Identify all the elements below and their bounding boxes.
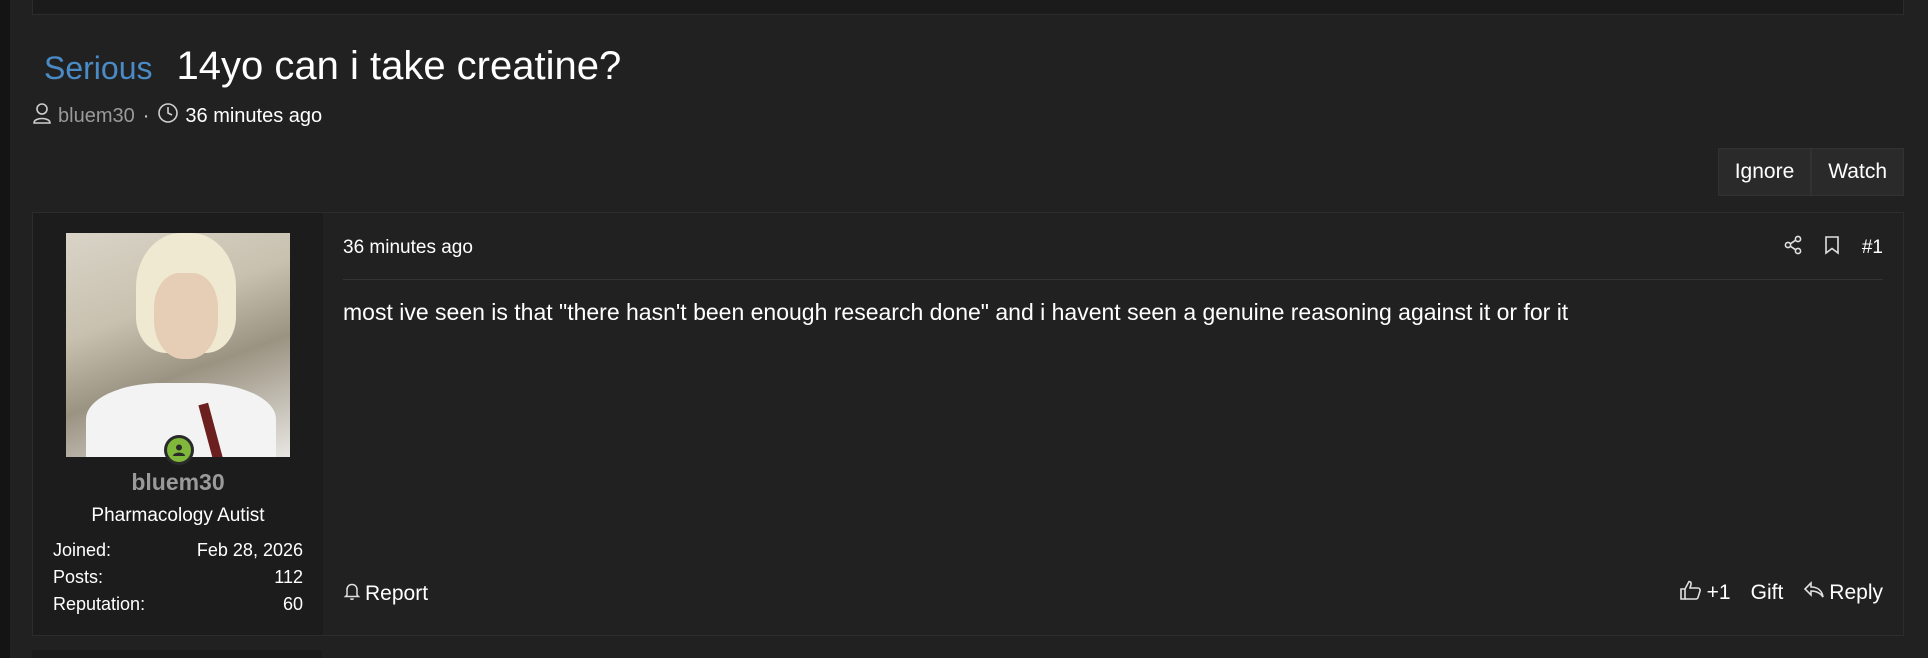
thread-header: Serious 14yo can i take creatine?: [44, 44, 621, 89]
post: bluem30 Pharmacology Autist Joined: Feb …: [32, 212, 1904, 636]
post-content: 36 minutes ago #1 most ive seen is that …: [323, 213, 1903, 635]
thread-prefix[interactable]: Serious: [44, 50, 153, 87]
reply-label: Reply: [1829, 581, 1883, 604]
online-status-badge: [164, 435, 194, 465]
reply-button[interactable]: Reply: [1803, 580, 1883, 606]
post-footer-right: +1 Gift Reply: [1679, 579, 1883, 607]
bell-icon: [343, 581, 361, 607]
thread-meta: bluem30 · 36 minutes ago: [32, 102, 322, 130]
next-post-block: [32, 650, 322, 658]
post-number[interactable]: #1: [1862, 237, 1883, 259]
like-count: +1: [1706, 581, 1731, 604]
thread-actions: Ignore Watch: [1717, 148, 1904, 196]
thumbs-up-icon: [1679, 579, 1703, 607]
stat-row-reputation: Reputation: 60: [53, 591, 303, 618]
gift-label: Gift: [1750, 581, 1784, 604]
like-button[interactable]: +1: [1679, 579, 1731, 607]
thread-author[interactable]: bluem30: [58, 105, 135, 128]
stat-label: Joined:: [53, 540, 112, 560]
previous-block: [32, 0, 1904, 15]
post-divider: [343, 279, 1883, 280]
user-icon: [32, 102, 52, 130]
thread-time[interactable]: 36 minutes ago: [185, 105, 322, 128]
stat-label: Posts:: [53, 567, 104, 587]
avatar[interactable]: [66, 233, 290, 457]
stat-value[interactable]: 112: [274, 567, 303, 588]
stat-value: Feb 28, 2026: [196, 540, 303, 560]
user-title: Pharmacology Autist: [91, 505, 265, 526]
stat-row-posts: Posts: 112: [53, 564, 303, 591]
ignore-button[interactable]: Ignore: [1717, 148, 1812, 196]
user-stats: Joined: Feb 28, 2026 Posts: 112 Reputati…: [53, 537, 303, 618]
stat-value: 60: [282, 594, 303, 614]
share-icon[interactable]: [1784, 235, 1802, 260]
post-tools: #1: [1784, 235, 1883, 260]
gift-button[interactable]: Gift: [1751, 581, 1784, 605]
watch-button[interactable]: Watch: [1811, 148, 1904, 196]
online-person-icon: [167, 438, 191, 462]
user-cell: bluem30 Pharmacology Autist Joined: Feb …: [33, 213, 323, 635]
post-body: most ive seen is that "there hasn't been…: [343, 299, 1569, 325]
post-time[interactable]: 36 minutes ago: [343, 237, 473, 259]
stat-row-joined: Joined: Feb 28, 2026: [53, 537, 303, 564]
left-rail: [0, 0, 10, 658]
post-username[interactable]: bluem30: [33, 469, 323, 496]
clock-icon: [157, 102, 179, 130]
avatar-face: [154, 273, 218, 359]
report-button[interactable]: Report: [343, 581, 428, 607]
report-label: Report: [365, 582, 429, 605]
stat-label: Reputation:: [53, 594, 146, 614]
post-footer-left: Report: [343, 581, 428, 607]
thread-title: 14yo can i take creatine?: [176, 44, 622, 88]
meta-separator: ·: [142, 104, 150, 127]
reply-icon: [1803, 580, 1825, 606]
bookmark-icon[interactable]: [1824, 235, 1840, 260]
